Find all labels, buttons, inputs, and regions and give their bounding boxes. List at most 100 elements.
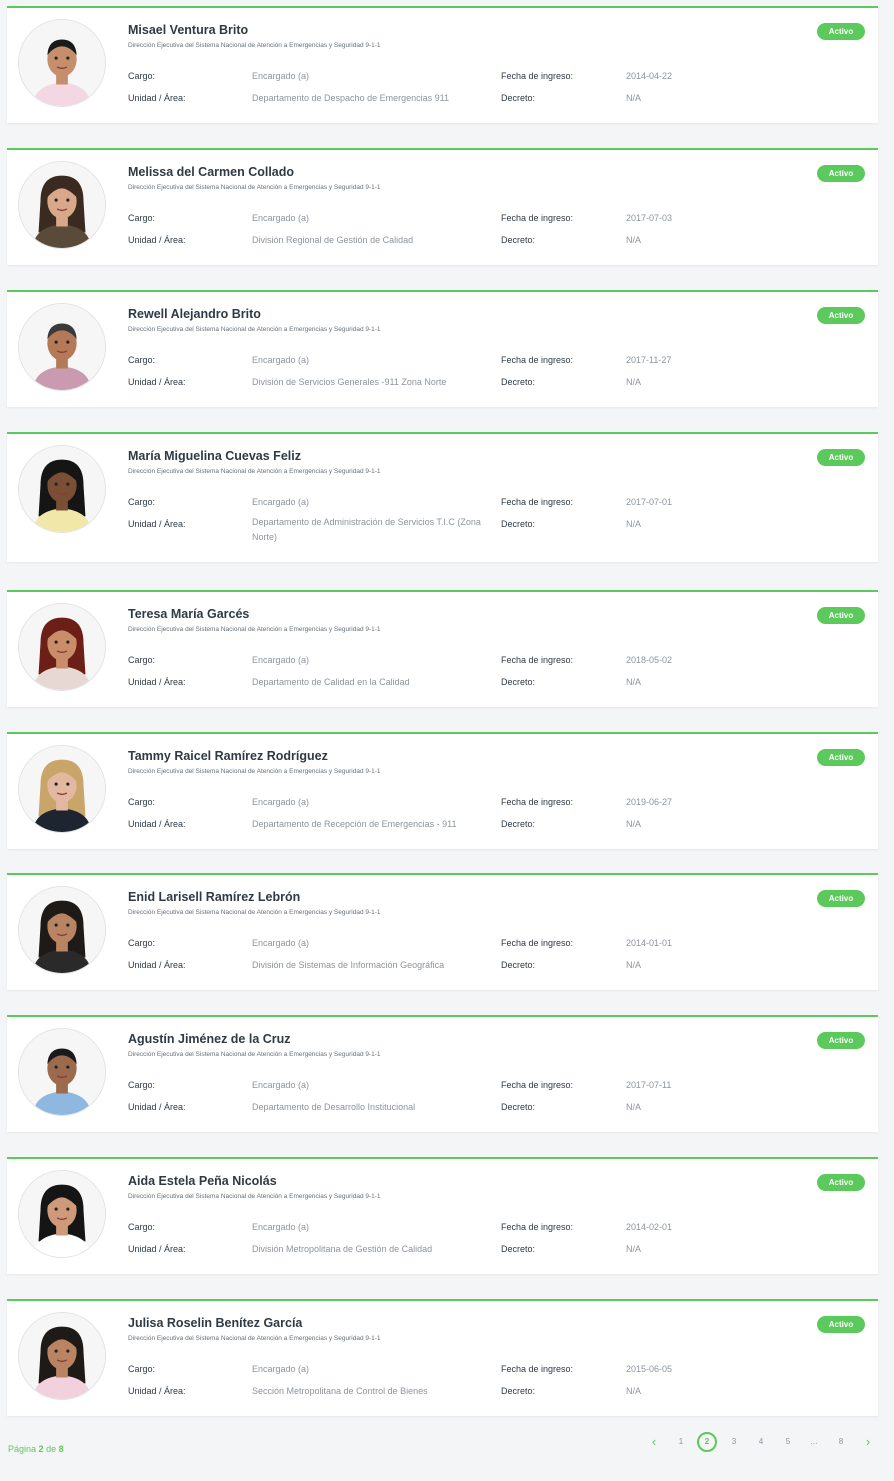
avatar bbox=[18, 1170, 106, 1258]
unidad-label: Unidad / Área: bbox=[128, 677, 186, 687]
status-badge: Activo bbox=[817, 1316, 865, 1333]
fecha-label: Fecha de ingreso: bbox=[501, 355, 574, 365]
avatar-photo bbox=[19, 446, 105, 532]
fecha-value: 2019-06-27 bbox=[626, 797, 673, 807]
employee-card[interactable]: María Miguelina Cuevas Feliz Dirección Ej… bbox=[7, 432, 878, 562]
avatar-photo bbox=[19, 746, 105, 832]
institution-name: Dirección Ejecutiva del Sistema Nacional… bbox=[128, 1335, 381, 1342]
avatar-photo bbox=[19, 304, 105, 390]
page-4-button[interactable]: 4 bbox=[751, 1432, 771, 1452]
employee-card[interactable]: Misael Ventura Brito Dirección Ejecutiva … bbox=[7, 6, 878, 123]
cargo-value: Encargado (a) bbox=[252, 497, 310, 507]
decreto-value: N/A bbox=[626, 1102, 642, 1112]
unidad-label: Unidad / Área: bbox=[128, 1386, 186, 1396]
page-1-button[interactable]: 1 bbox=[671, 1432, 691, 1452]
decreto-value: N/A bbox=[626, 677, 642, 687]
institution-name: Dirección Ejecutiva del Sistema Nacional… bbox=[128, 42, 381, 49]
cargo-label: Cargo: bbox=[128, 938, 156, 948]
unidad-value: Departamento de Administración de Servic… bbox=[252, 517, 481, 542]
decreto-value: N/A bbox=[626, 819, 642, 829]
decreto-label: Decreto: bbox=[501, 677, 536, 687]
fecha-value: 2017-07-01 bbox=[626, 497, 673, 507]
page-5-button[interactable]: 5 bbox=[778, 1432, 798, 1452]
status-badge: Activo bbox=[817, 607, 865, 624]
employee-card[interactable]: Agustín Jiménez de la Cruz Dirección Ejec… bbox=[7, 1015, 878, 1132]
fecha-label: Fecha de ingreso: bbox=[501, 1080, 574, 1090]
decreto-value: N/A bbox=[626, 93, 642, 103]
cargo-value: Encargado (a) bbox=[252, 797, 310, 807]
employee-card[interactable]: Tammy Raicel Ramírez Rodríguez Dirección … bbox=[7, 732, 878, 849]
unidad-value: Departamento de Recepción de Emergencias… bbox=[252, 819, 457, 829]
cargo-value: Encargado (a) bbox=[252, 71, 310, 81]
unidad-value: Departamento de Despacho de Emergencias … bbox=[252, 93, 449, 103]
unidad-value: División de Sistemas de Información Geog… bbox=[252, 960, 445, 970]
page-8-button[interactable]: 8 bbox=[831, 1432, 851, 1452]
cargo-value: Encargado (a) bbox=[252, 655, 310, 665]
employee-name: María Miguelina Cuevas Feliz bbox=[128, 449, 301, 463]
fecha-value: 2017-11-27 bbox=[626, 355, 672, 365]
avatar-photo bbox=[19, 1171, 105, 1257]
chevron-left-icon[interactable]: ‹ bbox=[644, 1432, 664, 1452]
avatar bbox=[18, 19, 106, 107]
unidad-label: Unidad / Área: bbox=[128, 960, 186, 970]
employee-card[interactable]: Julisa Roselin Benítez García Dirección E… bbox=[7, 1299, 878, 1416]
decreto-value: N/A bbox=[626, 1386, 642, 1396]
decreto-label: Decreto: bbox=[501, 519, 536, 529]
page-3-button[interactable]: 3 bbox=[724, 1432, 744, 1452]
fecha-label: Fecha de ingreso: bbox=[501, 71, 574, 81]
employee-name: Melissa del Carmen Collado bbox=[128, 165, 295, 179]
employee-name: Tammy Raicel Ramírez Rodríguez bbox=[128, 749, 328, 763]
status-badge: Activo bbox=[817, 749, 865, 766]
fecha-value: 2014-02-01 bbox=[626, 1222, 673, 1232]
page-2-button[interactable]: 2 bbox=[697, 1432, 717, 1452]
status-badge: Activo bbox=[817, 165, 865, 182]
unidad-label: Unidad / Área: bbox=[128, 1102, 186, 1112]
fecha-value: 2014-04-22 bbox=[626, 71, 673, 81]
cargo-label: Cargo: bbox=[128, 1364, 156, 1374]
status-badge: Activo bbox=[817, 23, 865, 40]
avatar-photo bbox=[19, 162, 105, 248]
avatar bbox=[18, 1028, 106, 1116]
unidad-label: Unidad / Área: bbox=[128, 819, 186, 829]
cargo-label: Cargo: bbox=[128, 213, 156, 223]
status-badge: Activo bbox=[817, 890, 865, 907]
decreto-label: Decreto: bbox=[501, 377, 536, 387]
unidad-value: División Metropolitana de Gestión de Cal… bbox=[252, 1244, 433, 1254]
cargo-value: Encargado (a) bbox=[252, 355, 310, 365]
pagination-footer: Página 2 de 8 ‹ 1 2 3 4 5 … 8 › bbox=[0, 1430, 894, 1470]
employee-card[interactable]: Aida Estela Peña Nicolás Dirección Ejecut… bbox=[7, 1157, 878, 1274]
avatar bbox=[18, 161, 106, 249]
chevron-right-icon[interactable]: › bbox=[858, 1432, 878, 1452]
decreto-label: Decreto: bbox=[501, 1102, 536, 1112]
decreto-value: N/A bbox=[626, 377, 642, 387]
cargo-label: Cargo: bbox=[128, 355, 156, 365]
cargo-label: Cargo: bbox=[128, 655, 156, 665]
unidad-value: Departamento de Calidad en la Calidad bbox=[252, 677, 410, 687]
employee-name: Aida Estela Peña Nicolás bbox=[128, 1174, 277, 1188]
decreto-label: Decreto: bbox=[501, 235, 536, 245]
avatar-photo bbox=[19, 1313, 105, 1399]
employee-card[interactable]: Rewell Alejandro Brito Dirección Ejecutiv… bbox=[7, 290, 878, 407]
institution-name: Dirección Ejecutiva del Sistema Nacional… bbox=[128, 1051, 381, 1058]
cargo-value: Encargado (a) bbox=[252, 1364, 310, 1374]
cargo-label: Cargo: bbox=[128, 497, 156, 507]
unidad-label: Unidad / Área: bbox=[128, 93, 186, 103]
employee-card[interactable]: Teresa María Garcés Dirección Ejecutiva d… bbox=[7, 590, 878, 707]
decreto-value: N/A bbox=[626, 960, 642, 970]
employee-card[interactable]: Enid Larisell Ramírez Lebrón Dirección Ej… bbox=[7, 873, 878, 990]
decreto-label: Decreto: bbox=[501, 819, 536, 829]
unidad-label: Unidad / Área: bbox=[128, 519, 186, 529]
employee-name: Teresa María Garcés bbox=[128, 607, 250, 621]
employee-card[interactable]: Melissa del Carmen Collado Dirección Ejec… bbox=[7, 148, 878, 265]
institution-name: Dirección Ejecutiva del Sistema Nacional… bbox=[128, 184, 381, 191]
cargo-label: Cargo: bbox=[128, 71, 156, 81]
cargo-value: Encargado (a) bbox=[252, 938, 310, 948]
avatar bbox=[18, 445, 106, 533]
fecha-value: 2014-01-01 bbox=[626, 938, 673, 948]
decreto-value: N/A bbox=[626, 1244, 642, 1254]
cargo-value: Encargado (a) bbox=[252, 213, 310, 223]
unidad-label: Unidad / Área: bbox=[128, 377, 186, 387]
decreto-label: Decreto: bbox=[501, 960, 536, 970]
avatar-photo bbox=[19, 604, 105, 690]
fecha-label: Fecha de ingreso: bbox=[501, 1222, 574, 1232]
